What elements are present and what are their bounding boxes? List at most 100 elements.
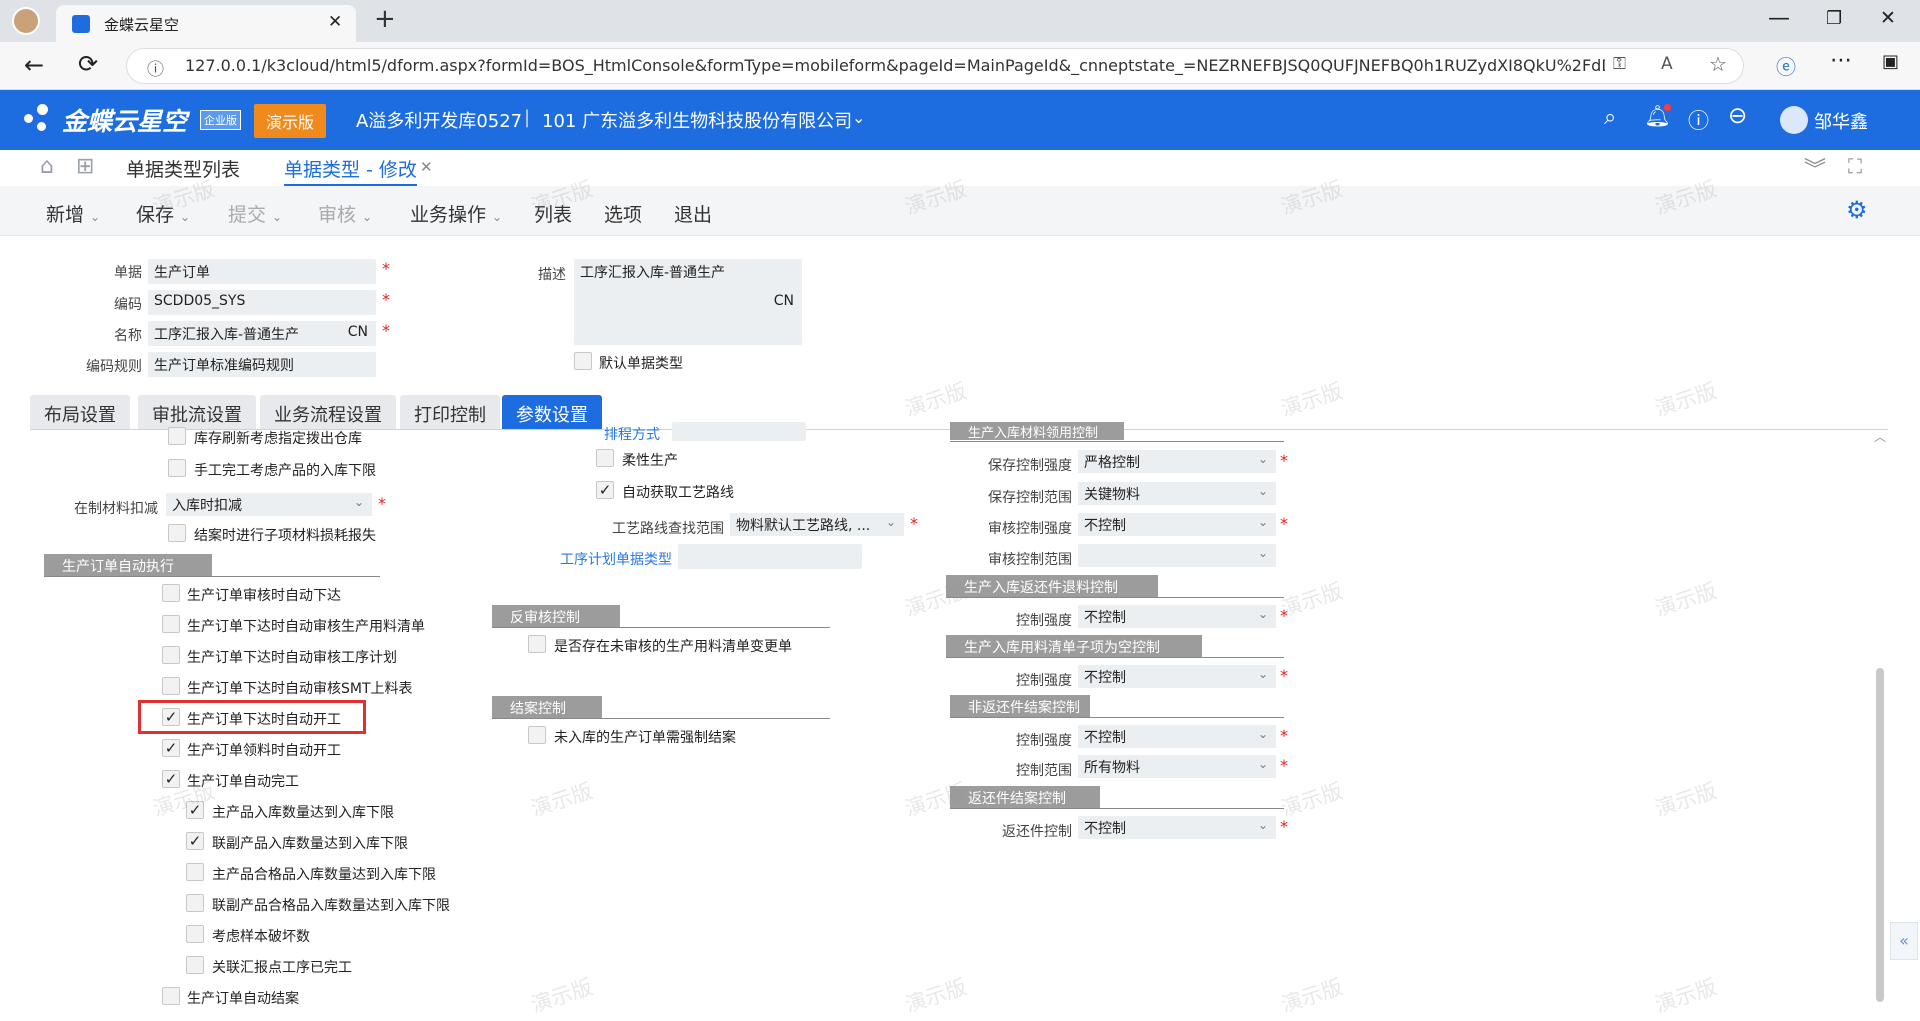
company-chevron-down-icon[interactable]: ⌄ [852,108,865,127]
auto-item-checkbox[interactable] [162,615,180,633]
nonreturn-strength-value: 不控制 [1084,730,1126,746]
auto-item-checkbox[interactable] [162,646,180,664]
help-icon[interactable]: ⓘ [1688,105,1709,135]
org-name[interactable]: A溢多利开发库0527 [356,107,522,133]
auto-item-checkbox[interactable]: ✓ [162,739,180,757]
back-icon[interactable]: ← [24,51,44,79]
company-name[interactable]: 101 广东溢多利生物科技股份有限公司 [542,107,852,133]
biz-operation-button[interactable]: 业务操作 ⌄ [410,200,502,227]
unaudit-checkbox[interactable] [528,635,546,653]
edge-copilot-icon[interactable]: ⓔ [1776,51,1796,80]
sub-item-checkbox[interactable] [186,925,204,943]
default-type-checkbox[interactable] [574,352,592,370]
collapse-chevron-icon[interactable]: ︾ [1804,152,1826,184]
exit-button[interactable]: 退出 [674,200,712,227]
save-range-select[interactable]: 关键物料 ⌄ [1078,482,1276,505]
name-field[interactable]: 工序汇报入库-普通生产 CN [148,321,376,346]
chevron-down-icon: ⌄ [1257,607,1268,621]
apps-grid-icon[interactable]: ⊞ [76,154,94,179]
doc-field[interactable]: 生产订单 [148,259,376,284]
code-field[interactable]: SCDD05_SYS [148,290,376,315]
sub-item-checkbox[interactable]: ✓ [186,832,204,850]
close-loss-checkbox[interactable] [168,524,186,542]
auto-close-checkbox[interactable] [162,987,180,1005]
new-tab-icon[interactable]: + [374,4,396,34]
return-strength-select[interactable]: 不控制 ⌄ [1078,605,1276,628]
sub-item-checkbox[interactable] [186,894,204,912]
returnclose-select[interactable]: 不控制 ⌄ [1078,816,1276,839]
route-range-select[interactable]: 物料默认工艺路线, ... ⌄ [730,513,904,536]
auto-route-checkbox[interactable]: ✓ [596,481,614,499]
submit-button[interactable]: 提交 ⌄ [228,200,282,227]
more-menu-icon[interactable]: ⋯ [1830,48,1852,73]
schedule-label[interactable]: 排程方式 [604,424,660,444]
close-window-icon[interactable]: ✕ [1880,7,1896,29]
search-icon[interactable]: ⌕ [1604,105,1616,130]
flex-checkbox[interactable] [596,449,614,467]
save-strength-select[interactable]: 严格控制 ⌄ [1078,450,1276,473]
list-button[interactable]: 列表 [534,200,572,227]
auto-item-checkbox[interactable] [162,584,180,602]
tab-bizflow[interactable]: 业务流程设置 [260,395,396,429]
sub-item-checkbox[interactable]: ✓ [186,801,204,819]
read-aloud-icon[interactable]: A [1661,54,1673,74]
audit-button[interactable]: 审核 ⌄ [318,200,372,227]
sub-item-checkbox[interactable] [186,863,204,881]
profile-avatar[interactable] [12,7,40,35]
settings-gear-icon[interactable]: ⚙ [1846,196,1868,224]
options-button[interactable]: 选项 [604,200,642,227]
save-button[interactable]: 保存 ⌄ [136,200,190,227]
vertical-scrollbar[interactable] [1876,668,1884,1002]
manual-complete-checkbox[interactable] [168,459,186,477]
close-tab-icon[interactable]: ✕ [328,12,342,32]
auto-item-checkbox[interactable]: ✓ [162,770,180,788]
force-close-checkbox[interactable] [528,726,546,744]
tab-params[interactable]: 参数设置 [502,395,602,429]
new-button[interactable]: 新增 ⌄ [46,200,100,227]
plan-type-field[interactable] [678,544,862,569]
wip-select[interactable]: 入库时扣减 ⌄ [166,493,372,516]
audit-range-select[interactable]: ⌄ [1078,544,1276,567]
user-name[interactable]: 邹华鑫 [1814,108,1868,134]
desc-lang[interactable]: CN [774,293,794,309]
tab-bill-type-list[interactable]: 单据类型列表 [126,155,240,182]
minus-circle-icon[interactable]: ⊖ [1728,103,1747,129]
rule-field[interactable]: 生产订单标准编码规则 [148,352,376,377]
key-icon[interactable]: ⚿ [1613,54,1626,74]
section-line [492,718,830,719]
minimize-icon[interactable]: — [1768,6,1790,31]
audit-strength-select[interactable]: 不控制 ⌄ [1078,513,1276,536]
url-field[interactable]: ⓘ 127.0.0.1/k3cloud/html5/dform.aspx?for… [126,48,1744,84]
nonreturn-strength-select[interactable]: 不控制 ⌄ [1078,725,1276,748]
save-range-label: 保存控制范围 [988,490,1072,506]
favorite-star-icon[interactable]: ☆ [1709,52,1727,76]
reload-icon[interactable]: ⟳ [78,50,98,78]
auto-item-checkbox[interactable] [162,677,180,695]
tab-layout[interactable]: 布局设置 [30,395,130,429]
sidebar-toggle-icon[interactable]: ▣ [1882,51,1899,72]
sub-item-label: 主产品入库数量达到入库下限 [212,805,394,821]
bom-strength-select[interactable]: 不控制 ⌄ [1078,665,1276,688]
auto-item-checkbox[interactable]: ✓ [162,708,180,726]
scroll-up-icon[interactable]: ︿ [1874,428,1886,445]
plan-type-label[interactable]: 工序计划单据类型 [530,549,672,569]
name-lang[interactable]: CN [348,324,368,340]
info-icon[interactable]: ⓘ [147,55,164,80]
tab-print[interactable]: 打印控制 [400,395,500,429]
home-icon[interactable]: ⌂ [40,154,54,179]
user-avatar[interactable] [1780,106,1808,134]
side-collapse-icon[interactable]: « [1890,922,1918,960]
required-mark: * [382,290,390,309]
fullscreen-icon[interactable]: ⛶ [1848,154,1862,178]
tab-bill-type-edit[interactable]: 单据类型 - 修改 [284,155,417,187]
browser-tab[interactable]: 金蝶云星空 ✕ [56,5,356,42]
close-tab-edit-icon[interactable]: ✕ [420,158,433,176]
refresh-stock-checkbox[interactable] [168,427,186,445]
restore-icon[interactable]: ❐ [1826,8,1842,29]
desc-field[interactable]: 工序汇报入库-普通生产 CN [574,259,802,345]
nonreturn-range-select[interactable]: 所有物料 ⌄ [1078,755,1276,778]
sub-item-checkbox[interactable] [186,956,204,974]
url-text[interactable]: 127.0.0.1/k3cloud/html5/dform.aspx?formI… [185,56,1605,75]
tab-approval[interactable]: 审批流设置 [138,395,256,429]
schedule-field[interactable] [672,422,806,441]
